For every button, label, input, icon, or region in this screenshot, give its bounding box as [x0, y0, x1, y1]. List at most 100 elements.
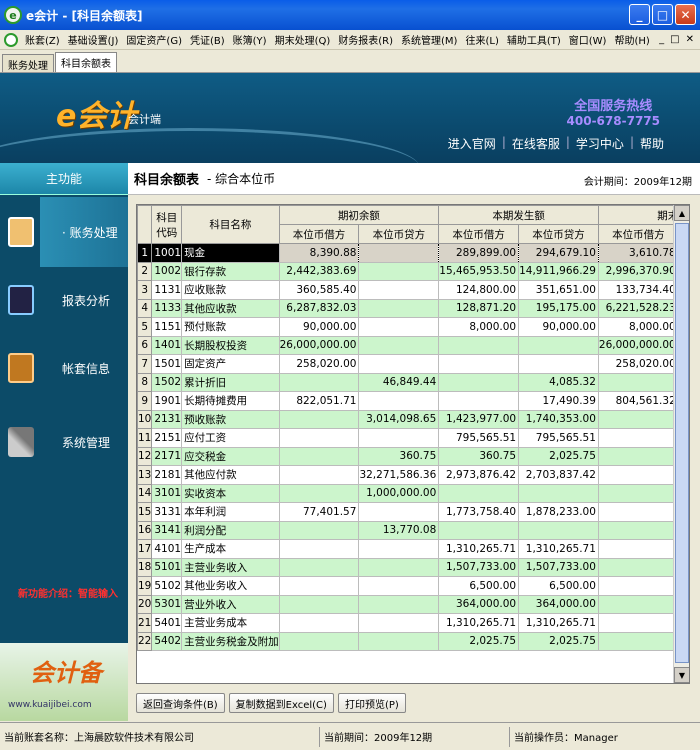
row-number[interactable]: 14: [137, 483, 153, 503]
vertical-scrollbar[interactable]: ▲ ▼: [673, 205, 689, 683]
cell-amount[interactable]: 3,610.78: [597, 243, 679, 263]
table-row[interactable]: 122171应交税金360.75360.752,025.752,025.75: [137, 446, 689, 466]
row-number[interactable]: 9: [137, 391, 153, 411]
cell-code[interactable]: 5402: [151, 631, 183, 651]
cell-code[interactable]: 1901: [151, 391, 183, 411]
row-number[interactable]: 7: [137, 354, 153, 374]
cell-amount[interactable]: [358, 557, 440, 577]
table-row[interactable]: 19 5102 其他业务收入 6,500.00 6,500.00: [137, 576, 689, 596]
cell-amount[interactable]: 8,390.88: [278, 243, 360, 263]
sidebar-item-reports[interactable]: 报表分析: [0, 265, 128, 335]
cell-amount[interactable]: [278, 631, 360, 651]
menu-item[interactable]: 账套(Z): [21, 32, 64, 47]
cell-code[interactable]: 3141: [151, 520, 183, 540]
cell-amount[interactable]: 1,423,977.00: [438, 409, 520, 429]
cell-code[interactable]: 5102: [151, 576, 183, 596]
cell-name[interactable]: 生产成本: [181, 539, 280, 559]
cell-amount[interactable]: 6,221,528.23: [597, 298, 679, 318]
table-row[interactable]: 13 2181 其他应付款 32,271,586.36 2,973,876.42 2,70…: [137, 465, 689, 485]
scroll-thumb[interactable]: [675, 223, 689, 663]
cell-amount[interactable]: [518, 520, 599, 540]
row-number[interactable]: 17: [137, 539, 153, 559]
table-row[interactable]: 15 3131 本年利润 77,401.57 1,773,758.40 1,878,233…: [137, 502, 689, 522]
tab-balance-sheet[interactable]: 科目余额表: [55, 52, 117, 72]
cell-name[interactable]: 其他业务收入: [181, 576, 280, 596]
row-number[interactable]: 2: [137, 261, 153, 281]
cell-name[interactable]: 应交税金: [181, 446, 280, 466]
cell-amount[interactable]: [597, 557, 679, 577]
table-row[interactable]: 18 5101 主营业务收入 1,507,733.00 1,507,733.00: [137, 557, 689, 577]
column-header-amount[interactable]: 本位币贷方: [518, 224, 599, 244]
row-number[interactable]: 3: [137, 280, 153, 300]
cell-amount[interactable]: 133,734.40: [597, 280, 679, 300]
cell-name[interactable]: 主营业务收入: [181, 557, 280, 577]
cell-amount[interactable]: [278, 372, 360, 392]
cell-code[interactable]: 2131: [151, 409, 183, 429]
cell-amount[interactable]: 1,310,265.71: [518, 539, 599, 559]
cell-code[interactable]: 1401: [151, 335, 183, 355]
cell-amount[interactable]: [358, 335, 440, 355]
cell-name[interactable]: 应付工资: [181, 428, 280, 448]
cell-amount[interactable]: 1,878,233.00: [518, 502, 599, 522]
cell-amount[interactable]: [278, 557, 360, 577]
menu-item[interactable]: 账簿(Y): [229, 32, 271, 47]
cell-amount[interactable]: 360.75: [438, 446, 520, 466]
cell-amount[interactable]: [597, 502, 679, 522]
cell-amount[interactable]: [278, 465, 360, 485]
cell-amount[interactable]: [597, 576, 679, 596]
cell-code[interactable]: 3101: [151, 483, 183, 503]
cell-name[interactable]: 预收账款: [181, 409, 280, 429]
table-row[interactable]: 7 1501 固定资产 258,020.00 258,020.00: [137, 354, 689, 374]
cell-amount[interactable]: [358, 243, 440, 263]
cell-amount[interactable]: [278, 594, 360, 614]
cell-amount[interactable]: 3,014,098.65: [358, 409, 440, 429]
cell-name[interactable]: 长期待摊费用: [181, 391, 280, 411]
cell-amount[interactable]: 15,465,953.50: [438, 261, 520, 281]
print-preview-button[interactable]: 打印预览(P): [337, 693, 406, 713]
header-link[interactable]: 在线客服: [512, 135, 560, 152]
column-header-amount[interactable]: 本位币贷方: [358, 224, 440, 244]
row-number[interactable]: 4: [137, 298, 153, 318]
cell-amount[interactable]: 1,507,733.00: [438, 557, 520, 577]
menu-item[interactable]: 基础设置(J): [64, 32, 123, 47]
cell-amount[interactable]: [278, 446, 360, 466]
cell-amount[interactable]: 1,740,353.00: [518, 409, 599, 429]
cell-name[interactable]: 本年利润: [181, 502, 280, 522]
cell-amount[interactable]: 124,800.00: [438, 280, 520, 300]
header-link[interactable]: 进入官网: [448, 135, 496, 152]
row-number[interactable]: 19: [137, 576, 153, 596]
cell-amount[interactable]: 289,899.00: [438, 243, 520, 263]
table-row[interactable]: 1 1001 现金 8,390.88 289,899.00 294,679.10 3,610…: [137, 243, 689, 263]
cell-code[interactable]: 1131: [151, 280, 183, 300]
cell-amount[interactable]: [597, 428, 679, 448]
cell-amount[interactable]: 364,000.00: [438, 594, 520, 614]
menu-item[interactable]: 辅助工具(T): [503, 32, 565, 47]
row-number[interactable]: 21: [137, 613, 153, 633]
cell-amount[interactable]: [358, 261, 440, 281]
maximize-icon[interactable]: □: [652, 4, 673, 25]
cell-amount[interactable]: [438, 483, 520, 503]
sidebar-item-system[interactable]: 系统管理: [0, 407, 128, 477]
column-header-name[interactable]: 科目名称: [181, 205, 280, 244]
cell-amount[interactable]: [358, 576, 440, 596]
column-header-code[interactable]: 科目代码: [151, 205, 183, 244]
table-row[interactable]: 10 2131 预收账款 3,014,098.65 1,423,977.00 1,740,…: [137, 409, 689, 429]
cell-amount[interactable]: [597, 594, 679, 614]
cell-amount[interactable]: 1,000,000.00: [358, 483, 440, 503]
cell-amount[interactable]: [358, 391, 440, 411]
cell-amount[interactable]: 360,585.40: [278, 280, 360, 300]
cell-amount[interactable]: [358, 298, 440, 318]
cell-amount[interactable]: 4,085.32: [518, 372, 599, 392]
header-link[interactable]: 学习中心: [576, 135, 624, 152]
header-link[interactable]: 帮助: [640, 135, 664, 152]
row-number[interactable]: 20: [137, 594, 153, 614]
cell-amount[interactable]: [438, 391, 520, 411]
cell-amount[interactable]: 2,442,383.69: [278, 261, 360, 281]
cell-amount[interactable]: [358, 317, 440, 337]
close-icon[interactable]: ✕: [675, 4, 696, 25]
scroll-up-icon[interactable]: ▲: [674, 205, 689, 221]
cell-amount[interactable]: 804,561.32: [597, 391, 679, 411]
cell-amount[interactable]: 13,770.08: [358, 520, 440, 540]
tab-accounting[interactable]: 账务处理: [2, 54, 54, 72]
cell-amount[interactable]: [438, 335, 520, 355]
